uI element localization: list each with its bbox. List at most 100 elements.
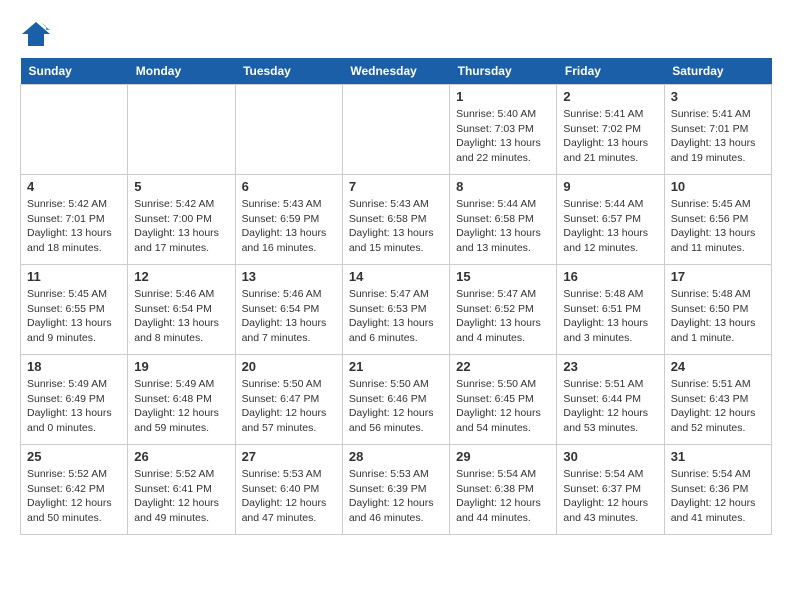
header bbox=[20, 20, 772, 48]
day-header-saturday: Saturday bbox=[664, 58, 771, 85]
day-info: Sunrise: 5:51 AM Sunset: 6:43 PM Dayligh… bbox=[671, 377, 765, 436]
day-info: Sunrise: 5:49 AM Sunset: 6:48 PM Dayligh… bbox=[134, 377, 228, 436]
day-header-monday: Monday bbox=[128, 58, 235, 85]
day-number: 24 bbox=[671, 359, 765, 374]
calendar-cell: 1 Sunrise: 5:40 AM Sunset: 7:03 PM Daylig… bbox=[450, 85, 557, 175]
calendar-cell: 23Sunrise: 5:51 AM Sunset: 6:44 PM Dayli… bbox=[557, 355, 664, 445]
day-info: Sunrise: 5:48 AM Sunset: 6:51 PM Dayligh… bbox=[563, 287, 657, 346]
calendar-cell: 24 Sunrise: 5:51 AM Sunset: 6:43 PM Dayli… bbox=[664, 355, 771, 445]
day-number: 14 bbox=[349, 269, 443, 284]
calendar-cell: 8 Sunrise: 5:44 AM Sunset: 6:58 PM Daylig… bbox=[450, 175, 557, 265]
day-info: Sunrise: 5:50 AM Sunset: 6:45 PM Dayligh… bbox=[456, 377, 550, 436]
calendar-cell bbox=[235, 85, 342, 175]
calendar-cell: 27Sunrise: 5:53 AM Sunset: 6:40 PM Dayli… bbox=[235, 445, 342, 535]
day-info: Sunrise: 5:42 AM Sunset: 7:00 PM Dayligh… bbox=[134, 197, 228, 256]
calendar-cell: 26 Sunrise: 5:52 AM Sunset: 6:41 PM Dayli… bbox=[128, 445, 235, 535]
day-number: 26 bbox=[134, 449, 228, 464]
day-info: Sunrise: 5:46 AM Sunset: 6:54 PM Dayligh… bbox=[134, 287, 228, 346]
day-number: 15 bbox=[456, 269, 550, 284]
day-info: Sunrise: 5:50 AM Sunset: 6:46 PM Dayligh… bbox=[349, 377, 443, 436]
day-header-wednesday: Wednesday bbox=[342, 58, 449, 85]
calendar-cell: 15 Sunrise: 5:47 AM Sunset: 6:52 PM Dayli… bbox=[450, 265, 557, 355]
day-number: 30 bbox=[563, 449, 657, 464]
calendar-cell bbox=[128, 85, 235, 175]
day-header-tuesday: Tuesday bbox=[235, 58, 342, 85]
day-info: Sunrise: 5:47 AM Sunset: 6:52 PM Dayligh… bbox=[456, 287, 550, 346]
day-info: Sunrise: 5:43 AM Sunset: 6:59 PM Dayligh… bbox=[242, 197, 336, 256]
day-info: Sunrise: 5:50 AM Sunset: 6:47 PM Dayligh… bbox=[242, 377, 336, 436]
day-number: 9 bbox=[563, 179, 657, 194]
day-number: 31 bbox=[671, 449, 765, 464]
calendar-cell bbox=[342, 85, 449, 175]
calendar-cell: 20 Sunrise: 5:50 AM Sunset: 6:47 PM Dayli… bbox=[235, 355, 342, 445]
calendar-cell: 6 Sunrise: 5:43 AM Sunset: 6:59 PM Daylig… bbox=[235, 175, 342, 265]
calendar-cell: 30Sunrise: 5:54 AM Sunset: 6:37 PM Dayli… bbox=[557, 445, 664, 535]
day-number: 25 bbox=[27, 449, 121, 464]
day-info: Sunrise: 5:43 AM Sunset: 6:58 PM Dayligh… bbox=[349, 197, 443, 256]
day-number: 11 bbox=[27, 269, 121, 284]
day-info: Sunrise: 5:44 AM Sunset: 6:58 PM Dayligh… bbox=[456, 197, 550, 256]
calendar-cell: 19 Sunrise: 5:49 AM Sunset: 6:48 PM Dayli… bbox=[128, 355, 235, 445]
day-number: 2 bbox=[563, 89, 657, 104]
day-number: 10 bbox=[671, 179, 765, 194]
day-number: 4 bbox=[27, 179, 121, 194]
day-header-sunday: Sunday bbox=[21, 58, 128, 85]
day-info: Sunrise: 5:46 AM Sunset: 6:54 PM Dayligh… bbox=[242, 287, 336, 346]
calendar-cell: 28 Sunrise: 5:53 AM Sunset: 6:39 PM Dayli… bbox=[342, 445, 449, 535]
calendar-cell: 4 Sunrise: 5:42 AM Sunset: 7:01 PM Daylig… bbox=[21, 175, 128, 265]
calendar-cell: 21 Sunrise: 5:50 AM Sunset: 6:46 PM Dayli… bbox=[342, 355, 449, 445]
day-info: Sunrise: 5:42 AM Sunset: 7:01 PM Dayligh… bbox=[27, 197, 121, 256]
day-info: Sunrise: 5:47 AM Sunset: 6:53 PM Dayligh… bbox=[349, 287, 443, 346]
day-number: 8 bbox=[456, 179, 550, 194]
day-number: 29 bbox=[456, 449, 550, 464]
day-number: 13 bbox=[242, 269, 336, 284]
calendar-cell: 3 Sunrise: 5:41 AM Sunset: 7:01 PM Daylig… bbox=[664, 85, 771, 175]
day-number: 5 bbox=[134, 179, 228, 194]
calendar-cell bbox=[21, 85, 128, 175]
calendar-cell: 25Sunrise: 5:52 AM Sunset: 6:42 PM Dayli… bbox=[21, 445, 128, 535]
calendar-cell: 9 Sunrise: 5:44 AM Sunset: 6:57 PM Daylig… bbox=[557, 175, 664, 265]
day-header-friday: Friday bbox=[557, 58, 664, 85]
day-number: 7 bbox=[349, 179, 443, 194]
day-info: Sunrise: 5:40 AM Sunset: 7:03 PM Dayligh… bbox=[456, 107, 550, 166]
calendar-cell: 5 Sunrise: 5:42 AM Sunset: 7:00 PM Daylig… bbox=[128, 175, 235, 265]
calendar-table: SundayMondayTuesdayWednesdayThursdayFrid… bbox=[20, 58, 772, 535]
day-number: 6 bbox=[242, 179, 336, 194]
day-info: Sunrise: 5:49 AM Sunset: 6:49 PM Dayligh… bbox=[27, 377, 121, 436]
calendar-cell: 14 Sunrise: 5:47 AM Sunset: 6:53 PM Dayli… bbox=[342, 265, 449, 355]
day-number: 28 bbox=[349, 449, 443, 464]
calendar-cell: 13 Sunrise: 5:46 AM Sunset: 6:54 PM Dayli… bbox=[235, 265, 342, 355]
calendar-cell: 12Sunrise: 5:46 AM Sunset: 6:54 PM Dayli… bbox=[128, 265, 235, 355]
day-number: 19 bbox=[134, 359, 228, 374]
day-info: Sunrise: 5:41 AM Sunset: 7:01 PM Dayligh… bbox=[671, 107, 765, 166]
day-info: Sunrise: 5:54 AM Sunset: 6:38 PM Dayligh… bbox=[456, 467, 550, 526]
day-number: 17 bbox=[671, 269, 765, 284]
day-info: Sunrise: 5:52 AM Sunset: 6:41 PM Dayligh… bbox=[134, 467, 228, 526]
day-number: 22 bbox=[456, 359, 550, 374]
day-info: Sunrise: 5:45 AM Sunset: 6:55 PM Dayligh… bbox=[27, 287, 121, 346]
day-number: 23 bbox=[563, 359, 657, 374]
day-number: 3 bbox=[671, 89, 765, 104]
day-number: 16 bbox=[563, 269, 657, 284]
calendar-cell: 16 Sunrise: 5:48 AM Sunset: 6:51 PM Dayli… bbox=[557, 265, 664, 355]
day-info: Sunrise: 5:44 AM Sunset: 6:57 PM Dayligh… bbox=[563, 197, 657, 256]
day-header-thursday: Thursday bbox=[450, 58, 557, 85]
calendar-cell: 22 Sunrise: 5:50 AM Sunset: 6:45 PM Dayli… bbox=[450, 355, 557, 445]
day-number: 18 bbox=[27, 359, 121, 374]
calendar-cell: 2 Sunrise: 5:41 AM Sunset: 7:02 PM Daylig… bbox=[557, 85, 664, 175]
calendar-cell: 31 Sunrise: 5:54 AM Sunset: 6:36 PM Dayli… bbox=[664, 445, 771, 535]
calendar-cell: 11 Sunrise: 5:45 AM Sunset: 6:55 PM Dayli… bbox=[21, 265, 128, 355]
day-number: 21 bbox=[349, 359, 443, 374]
calendar-cell: 10 Sunrise: 5:45 AM Sunset: 6:56 PM Dayli… bbox=[664, 175, 771, 265]
day-number: 1 bbox=[456, 89, 550, 104]
day-info: Sunrise: 5:54 AM Sunset: 6:36 PM Dayligh… bbox=[671, 467, 765, 526]
day-info: Sunrise: 5:41 AM Sunset: 7:02 PM Dayligh… bbox=[563, 107, 657, 166]
calendar-cell: 7 Sunrise: 5:43 AM Sunset: 6:58 PM Daylig… bbox=[342, 175, 449, 265]
day-info: Sunrise: 5:45 AM Sunset: 6:56 PM Dayligh… bbox=[671, 197, 765, 256]
day-info: Sunrise: 5:48 AM Sunset: 6:50 PM Dayligh… bbox=[671, 287, 765, 346]
calendar-cell: 17 Sunrise: 5:48 AM Sunset: 6:50 PM Dayli… bbox=[664, 265, 771, 355]
day-info: Sunrise: 5:53 AM Sunset: 6:39 PM Dayligh… bbox=[349, 467, 443, 526]
calendar-cell: 18 Sunrise: 5:49 AM Sunset: 6:49 PM Dayli… bbox=[21, 355, 128, 445]
calendar-cell: 29 Sunrise: 5:54 AM Sunset: 6:38 PM Dayli… bbox=[450, 445, 557, 535]
day-number: 20 bbox=[242, 359, 336, 374]
